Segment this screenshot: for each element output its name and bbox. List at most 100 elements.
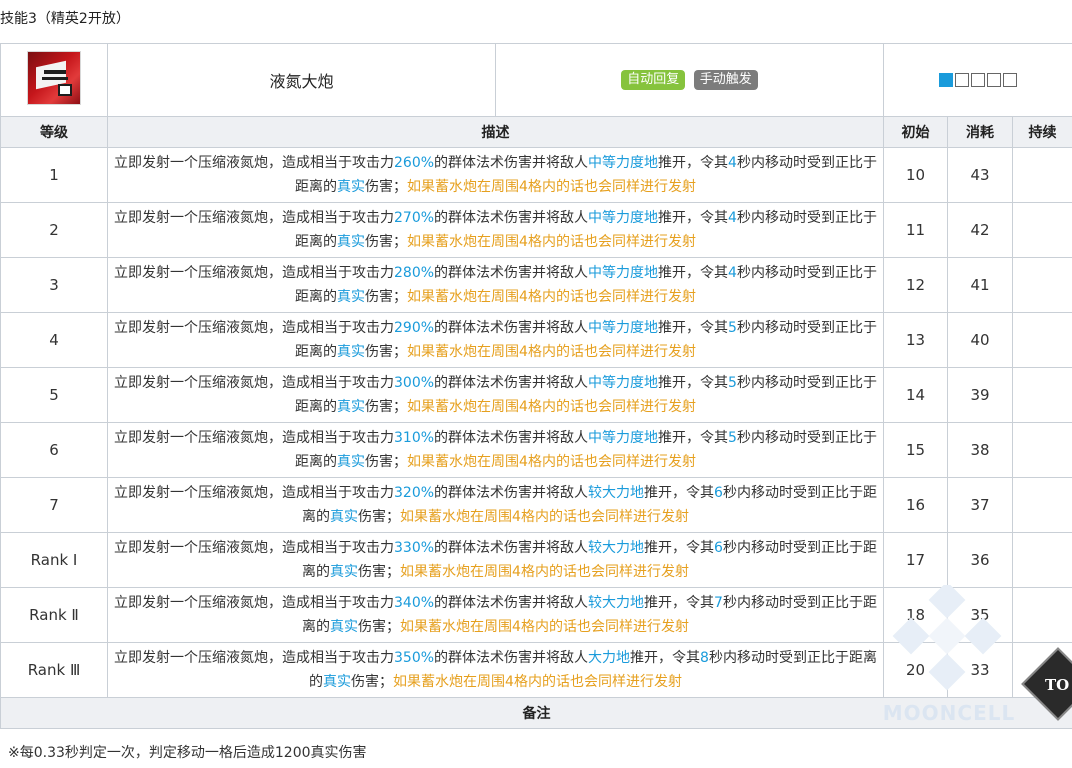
desc-text: 伤害； <box>365 344 408 360</box>
table-row: 6 立即发射一个压缩液氮炮，造成相当于攻击力310%的群体法术伤害并将敌人中等力度… <box>0 422 1072 478</box>
back-to-top-label[interactable]: TO <box>1045 676 1069 694</box>
atk-percent: 270% <box>394 210 435 226</box>
push-force: 中等力度地 <box>588 320 659 336</box>
atk-percent: 330% <box>394 540 435 556</box>
watermark-text: MOONCELL <box>882 701 1016 725</box>
level-label: 3 <box>0 257 108 313</box>
title-bar: 技能3（精英2开放） <box>0 0 1072 40</box>
level-description: 立即发射一个压缩液氮炮，造成相当于攻击力270%的群体法术伤害并将敌人中等力度地… <box>107 202 884 258</box>
desc-text: 推开，令其 <box>658 265 729 281</box>
true-damage-keyword: 真实 <box>330 564 359 580</box>
tag-manual-trigger: 手动触发 <box>693 70 758 90</box>
desc-text: 的群体法术伤害并将敌人 <box>434 155 589 171</box>
water-cannon-note: 如果蓄水炮在周围4格内的话也会同样进行发射 <box>407 289 696 305</box>
initial-sp: 17 <box>883 532 948 588</box>
duration-seconds: 7 <box>714 595 723 611</box>
water-cannon-note: 如果蓄水炮在周围4格内的话也会同样进行发射 <box>407 454 696 470</box>
initial-sp: 16 <box>883 477 948 533</box>
desc-text: 伤害； <box>365 399 408 415</box>
initial-sp: 14 <box>883 367 948 423</box>
desc-text: 立即发射一个压缩液氮炮，造成相当于攻击力 <box>114 320 395 336</box>
charge-indicator <box>883 43 1072 117</box>
atk-percent: 300% <box>394 375 435 391</box>
desc-text: 推开，令其 <box>644 540 715 556</box>
column-header-row: 等级 描述 初始 消耗 持续 <box>0 116 1072 148</box>
level-description: 立即发射一个压缩液氮炮，造成相当于攻击力290%的群体法术伤害并将敌人中等力度地… <box>107 312 884 368</box>
level-description: 立即发射一个压缩液氮炮，造成相当于攻击力320%的群体法术伤害并将敌人较大力地推… <box>107 477 884 533</box>
table-row: 3 立即发射一个压缩液氮炮，造成相当于攻击力280%的群体法术伤害并将敌人中等力度… <box>0 257 1072 313</box>
desc-text: 的群体法术伤害并将敌人 <box>434 210 589 226</box>
water-cannon-note: 如果蓄水炮在周围4格内的话也会同样进行发射 <box>400 564 689 580</box>
atk-percent: 340% <box>394 595 435 611</box>
atk-percent: 320% <box>394 485 435 501</box>
duration <box>1012 532 1072 588</box>
skill-tags: 自动回复 手动触发 <box>495 43 884 117</box>
desc-text: 的群体法术伤害并将敌人 <box>434 650 589 666</box>
sp-cost: 36 <box>947 532 1013 588</box>
duration-seconds: 6 <box>714 485 723 501</box>
true-damage-keyword: 真实 <box>330 619 359 635</box>
duration <box>1012 257 1072 313</box>
push-force: 中等力度地 <box>588 375 659 391</box>
table-row: 1 立即发射一个压缩液氮炮，造成相当于攻击力260%的群体法术伤害并将敌人中等力度… <box>0 147 1072 203</box>
duration-seconds: 6 <box>714 540 723 556</box>
level-description: 立即发射一个压缩液氮炮，造成相当于攻击力260%的群体法术伤害并将敌人中等力度地… <box>107 147 884 203</box>
level-label: Rank Ⅰ <box>0 532 108 588</box>
duration <box>1012 202 1072 258</box>
sp-cost: 40 <box>947 312 1013 368</box>
desc-text: 推开，令其 <box>644 485 715 501</box>
true-damage-keyword: 真实 <box>337 399 366 415</box>
duration <box>1012 312 1072 368</box>
sp-cost: 43 <box>947 147 1013 203</box>
initial-sp: 13 <box>883 312 948 368</box>
table-row: 2 立即发射一个压缩液氮炮，造成相当于攻击力270%的群体法术伤害并将敌人中等力度… <box>0 202 1072 258</box>
desc-text: 的群体法术伤害并将敌人 <box>434 265 589 281</box>
charge-square <box>955 73 969 87</box>
desc-text: 的群体法术伤害并将敌人 <box>434 595 589 611</box>
push-force: 较大力地 <box>588 540 645 556</box>
desc-text: 的群体法术伤害并将敌人 <box>434 430 589 446</box>
initial-sp: 15 <box>883 422 948 478</box>
push-force: 较大力地 <box>588 595 645 611</box>
desc-text: 推开，令其 <box>658 155 729 171</box>
desc-text: 立即发射一个压缩液氮炮，造成相当于攻击力 <box>114 375 395 391</box>
desc-text: 的群体法术伤害并将敌人 <box>434 375 589 391</box>
table-row: 7 立即发射一个压缩液氮炮，造成相当于攻击力320%的群体法术伤害并将敌人较大力地… <box>0 477 1072 533</box>
duration-seconds: 5 <box>728 375 737 391</box>
desc-text: 伤害； <box>358 509 401 525</box>
water-cannon-note: 如果蓄水炮在周围4格内的话也会同样进行发射 <box>407 399 696 415</box>
level-label: 6 <box>0 422 108 478</box>
sp-cost: 39 <box>947 367 1013 423</box>
true-damage-keyword: 真实 <box>337 454 366 470</box>
desc-text: 的群体法术伤害并将敌人 <box>434 320 589 336</box>
skill-name: 液氮大炮 <box>107 43 496 117</box>
desc-text: 的群体法术伤害并将敌人 <box>434 540 589 556</box>
duration-seconds: 4 <box>728 210 737 226</box>
level-label: Rank Ⅱ <box>0 587 108 643</box>
atk-percent: 350% <box>394 650 435 666</box>
true-damage-keyword: 真实 <box>323 674 352 690</box>
duration-seconds: 4 <box>728 155 737 171</box>
desc-text: 推开，令其 <box>658 430 729 446</box>
desc-text: 伤害； <box>365 289 408 305</box>
water-cannon-note: 如果蓄水炮在周围4格内的话也会同样进行发射 <box>400 619 689 635</box>
charge-square <box>987 73 1001 87</box>
push-force: 中等力度地 <box>588 155 659 171</box>
desc-text: 伤害； <box>365 234 408 250</box>
tag-auto-recovery: 自动回复 <box>621 70 686 90</box>
table-row: 5 立即发射一个压缩液氮炮，造成相当于攻击力300%的群体法术伤害并将敌人中等力度… <box>0 367 1072 423</box>
col-cost: 消耗 <box>947 116 1013 148</box>
desc-text: 立即发射一个压缩液氮炮，造成相当于攻击力 <box>114 430 395 446</box>
liquid-nitrogen-cannon-icon <box>27 51 81 105</box>
water-cannon-note: 如果蓄水炮在周围4格内的话也会同样进行发射 <box>407 234 696 250</box>
desc-text: 立即发射一个压缩液氮炮，造成相当于攻击力 <box>114 265 395 281</box>
desc-text: 立即发射一个压缩液氮炮，造成相当于攻击力 <box>114 650 395 666</box>
duration <box>1012 422 1072 478</box>
atk-percent: 310% <box>394 430 435 446</box>
desc-text: 立即发射一个压缩液氮炮，造成相当于攻击力 <box>114 540 395 556</box>
water-cannon-note: 如果蓄水炮在周围4格内的话也会同样进行发射 <box>407 179 696 195</box>
desc-text: 立即发射一个压缩液氮炮，造成相当于攻击力 <box>114 210 395 226</box>
true-damage-keyword: 真实 <box>337 234 366 250</box>
duration-seconds: 5 <box>728 320 737 336</box>
initial-sp: 11 <box>883 202 948 258</box>
